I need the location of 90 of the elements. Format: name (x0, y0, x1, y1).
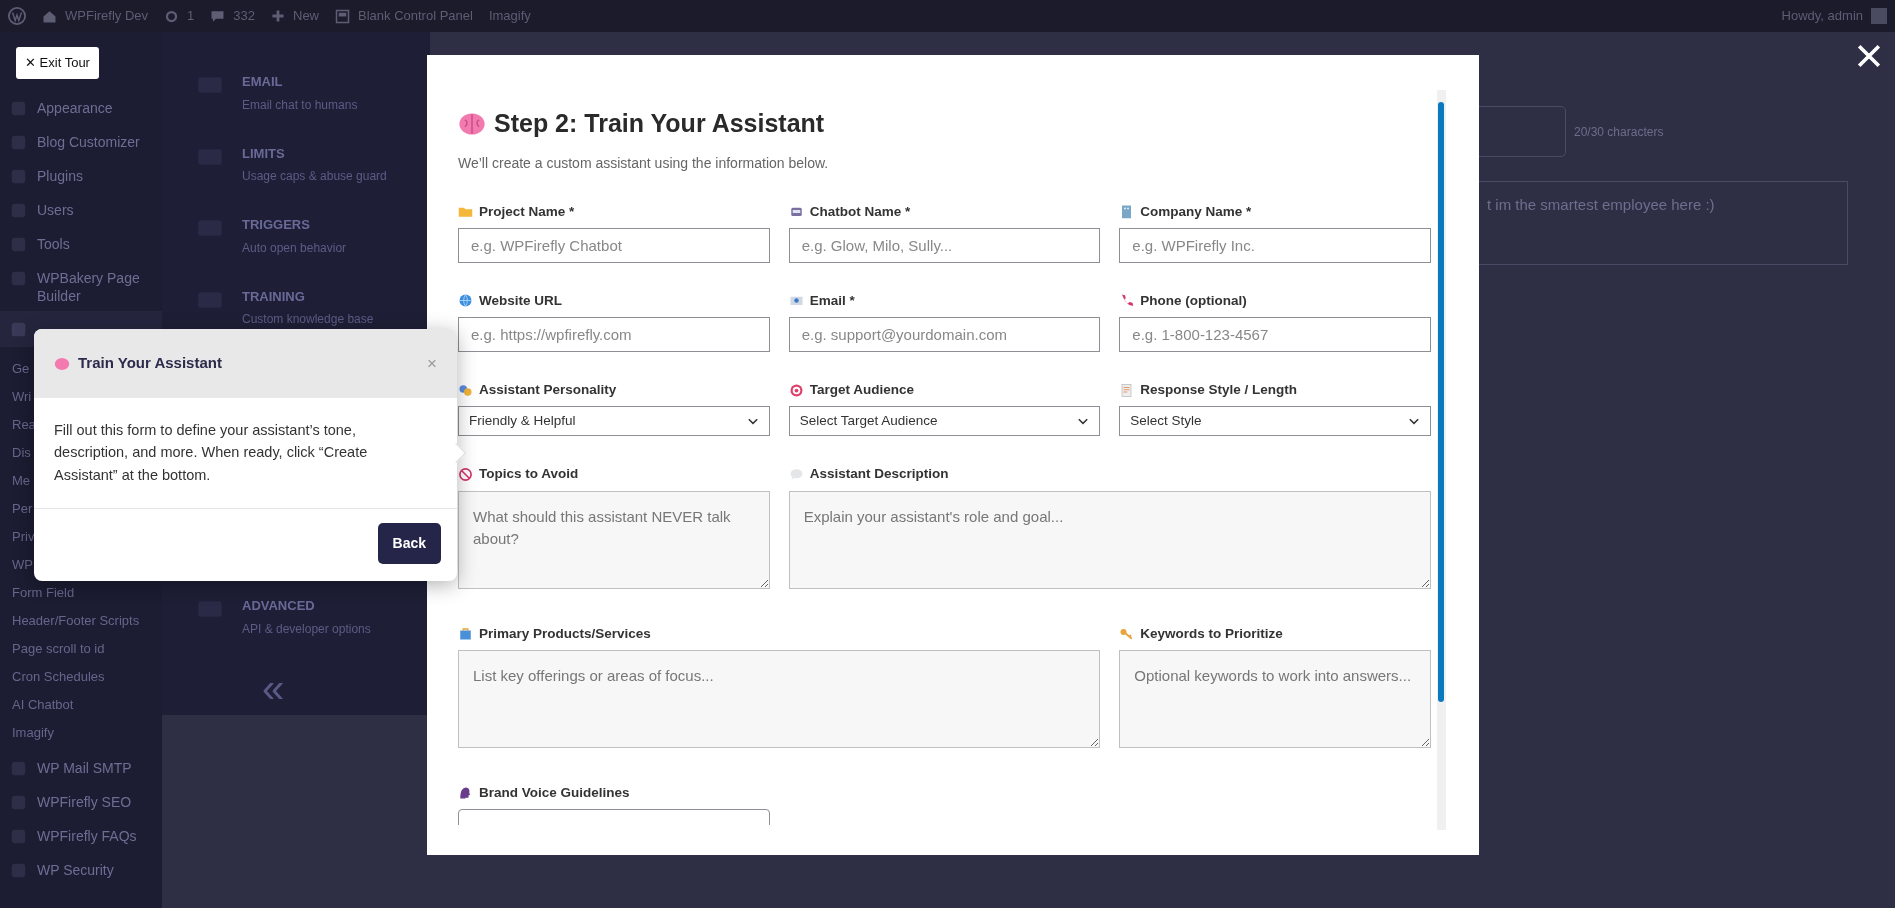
field-label: Phone (optional) (1140, 291, 1247, 310)
field-label: Email * (809, 291, 855, 310)
key-icon (1119, 626, 1135, 642)
text-field[interactable]: e.g. Glow, Milo, Sully... (788, 227, 1101, 263)
site-name-link[interactable]: WPFirefly Dev (65, 6, 149, 26)
section-subtitle: Usage caps & abuse guard (242, 168, 387, 185)
field-label: Company Name * (1140, 202, 1252, 221)
character-counter: 20/30 characters (1574, 123, 1664, 141)
select-dropdown[interactable]: Select Target Audience (788, 406, 1101, 437)
memo-icon (1119, 382, 1135, 398)
field-label: Chatbot Name * (809, 202, 911, 221)
wordpress-logo-icon[interactable] (8, 7, 26, 25)
prohibited-icon (458, 466, 473, 482)
exit-tour-button[interactable]: ✕ Exit Tour (16, 47, 99, 79)
text-field[interactable]: e.g. WPFirefly Chatbot (458, 227, 770, 263)
section-subtitle: Custom knowledge base (242, 311, 374, 328)
avatar-icon (1871, 8, 1887, 24)
menu-item[interactable]: WPBakery Page Builder (37, 270, 154, 305)
close-icon[interactable] (1855, 42, 1883, 70)
phone-icon (1119, 293, 1135, 309)
comment-icon (210, 8, 226, 24)
section-subtitle: Auto open behavior (242, 239, 347, 257)
menu-item[interactable]: Users (37, 202, 74, 220)
menu-icon (10, 320, 27, 338)
toolbar-link[interactable]: Blank Control Panel (358, 6, 473, 26)
menu-item[interactable]: Tools (37, 236, 70, 254)
shopping-bag-icon (458, 626, 473, 642)
menu-item[interactable]: Plugins (37, 168, 83, 186)
panel-icon (335, 8, 350, 24)
textarea-field[interactable]: Optional keywords to work into answers... (1119, 649, 1431, 748)
submenu-item[interactable]: Form Field (0, 577, 162, 605)
submenu-item[interactable]: Imagify (0, 717, 162, 745)
new-link[interactable]: New (293, 6, 319, 26)
speaking-head-icon (458, 785, 473, 801)
textarea-field[interactable]: What should this assistant NEVER talk about? (458, 490, 770, 589)
speech-bubble-icon (788, 466, 804, 482)
popup-title: Train Your Assistant (78, 353, 222, 374)
field-label: Brand Voice Guidelines (479, 783, 630, 802)
submenu-item[interactable]: Header/Footer Scripts (0, 605, 162, 633)
brain-icon (54, 355, 70, 372)
section-title[interactable]: ADVANCED (242, 596, 371, 616)
scrollbar-thumb[interactable] (1438, 102, 1444, 702)
section-title[interactable]: TRIGGERS (242, 215, 347, 235)
comments-count[interactable]: 332 (233, 6, 255, 26)
popup-text: Fill out this form to define your assistant’s tone, description, and more. When ready, click “Create Assistant” at the bottom. (53, 421, 369, 485)
field-label: Target Audience (809, 381, 914, 399)
select-dropdown[interactable]: Select Style (1119, 406, 1431, 437)
field-label: Response Style / Length (1140, 381, 1298, 399)
field-label: Website URL (479, 291, 562, 310)
text-field[interactable]: e.g. https://wpfirefly.com (458, 317, 770, 352)
plus-icon (271, 9, 285, 23)
field-label: Assistant Description (809, 465, 949, 484)
back-button[interactable]: Back (377, 523, 441, 564)
field-label: Assistant Personality (479, 381, 617, 399)
target-icon (788, 382, 804, 398)
close-button[interactable]: × (427, 350, 437, 377)
globe-icon (458, 293, 473, 309)
menu-item[interactable]: Appearance (37, 100, 113, 118)
modal-title: Step 2: Train Your Assistant (494, 108, 825, 139)
modal-subtitle: We’ll create a custom assistant using the information below. (458, 153, 830, 173)
field-label: Project Name * (479, 202, 575, 221)
scrollbar[interactable] (1437, 90, 1446, 830)
menu-item[interactable]: WP Security (37, 862, 114, 880)
section-title[interactable]: TRAINING (242, 286, 374, 306)
toolbar-link[interactable]: Imagify (488, 6, 531, 26)
menu-item[interactable]: WPFirefly FAQs (37, 828, 137, 846)
section-subtitle: API & developer options (242, 620, 371, 638)
text-field[interactable]: e.g. support@yourdomain.com (788, 317, 1101, 352)
textarea-field[interactable]: List key offerings or areas of focus... (458, 649, 1101, 748)
field-label: Keywords to Prioritize (1140, 624, 1283, 643)
field-label: Topics to Avoid (479, 465, 579, 484)
submenu-item[interactable]: Page scroll to id (0, 633, 162, 661)
updates-count[interactable]: 1 (187, 6, 195, 26)
menu-item[interactable]: Blog Customizer (37, 134, 140, 152)
greeting-link[interactable]: Howdy, admin (1781, 6, 1863, 26)
field-label: Primary Products/Services (479, 624, 651, 643)
menu-item[interactable]: WPFirefly SEO (37, 794, 132, 812)
collapse-button[interactable]: « (262, 667, 430, 708)
text-field[interactable]: e.g. WPFirefly Inc. (1119, 227, 1431, 263)
section-subtitle: Email chat to humans (242, 96, 358, 114)
refresh-icon (164, 8, 180, 24)
submenu-item[interactable]: Cron Schedules (0, 661, 162, 689)
select-dropdown[interactable]: Friendly & Helpful (458, 406, 770, 437)
menu-item[interactable]: WP Mail SMTP (37, 760, 132, 778)
home-icon (42, 8, 57, 24)
submenu-item[interactable]: AI Chatbot (0, 689, 162, 717)
textarea-field[interactable]: Explain your assistant's role and goal... (788, 490, 1431, 589)
text-field[interactable]: e.g. 1-800-123-4567 (1119, 317, 1431, 352)
section-title[interactable]: LIMITS (242, 143, 387, 163)
section-title[interactable]: EMAIL (242, 72, 358, 92)
